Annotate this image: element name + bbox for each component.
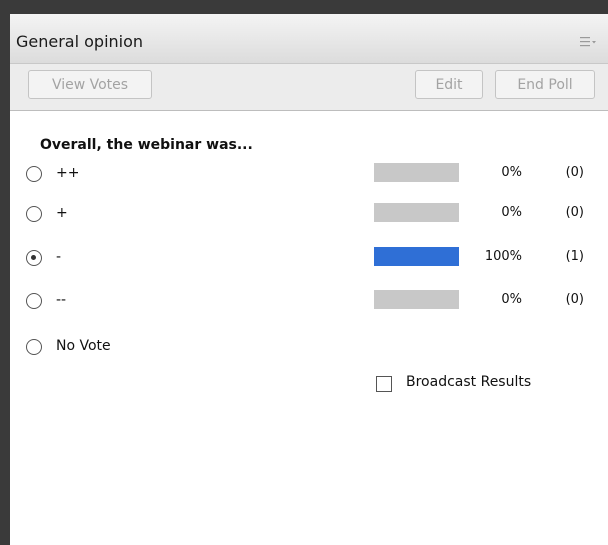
panel-titlebar: General opinion	[10, 14, 608, 64]
option-count: (0)	[565, 165, 584, 180]
option-radio[interactable]	[26, 339, 42, 355]
option-label: ++	[56, 165, 80, 181]
option-percent: 0%	[501, 205, 522, 220]
window-frame-left	[0, 0, 10, 545]
poll-panel: General opinion View Votes Edit End Poll…	[10, 14, 608, 545]
poll-option-row[interactable]: ++ 0% (0)	[0, 163, 598, 187]
option-radio[interactable]	[26, 206, 42, 222]
option-radio[interactable]	[26, 166, 42, 182]
option-label: -	[56, 249, 62, 265]
poll-option-row[interactable]: + 0% (0)	[0, 203, 598, 227]
option-count: (1)	[565, 249, 584, 264]
broadcast-results-checkbox[interactable]	[376, 376, 392, 392]
poll-option-row[interactable]: -- 0% (0)	[0, 290, 598, 314]
broadcast-results-label: Broadcast Results	[406, 374, 532, 390]
option-percent: 0%	[501, 165, 522, 180]
hamburger-menu-icon[interactable]	[580, 36, 596, 48]
poll-toolbar: View Votes Edit End Poll	[10, 64, 608, 111]
option-label: No Vote	[56, 338, 111, 354]
option-result-bar	[374, 290, 459, 309]
window-frame-top	[0, 0, 608, 14]
poll-option-row[interactable]: No Vote	[0, 336, 598, 360]
option-label: +	[56, 205, 68, 221]
edit-button[interactable]: Edit	[415, 70, 483, 99]
option-radio[interactable]	[26, 250, 42, 266]
view-votes-button[interactable]: View Votes	[28, 70, 152, 99]
option-result-bar	[374, 163, 459, 182]
option-radio[interactable]	[26, 293, 42, 309]
option-result-bar	[374, 247, 459, 266]
option-label: --	[56, 292, 67, 308]
poll-question: Overall, the webinar was...	[40, 137, 253, 153]
option-count: (0)	[565, 205, 584, 220]
radio-selected-dot	[31, 255, 36, 260]
poll-option-row[interactable]: - 100% (1)	[0, 247, 598, 271]
option-count: (0)	[565, 292, 584, 307]
option-result-bar	[374, 203, 459, 222]
panel-title: General opinion	[16, 32, 144, 51]
option-result-bar-fill	[374, 247, 459, 266]
end-poll-button[interactable]: End Poll	[495, 70, 595, 99]
option-percent: 100%	[484, 249, 522, 264]
option-percent: 0%	[501, 292, 522, 307]
